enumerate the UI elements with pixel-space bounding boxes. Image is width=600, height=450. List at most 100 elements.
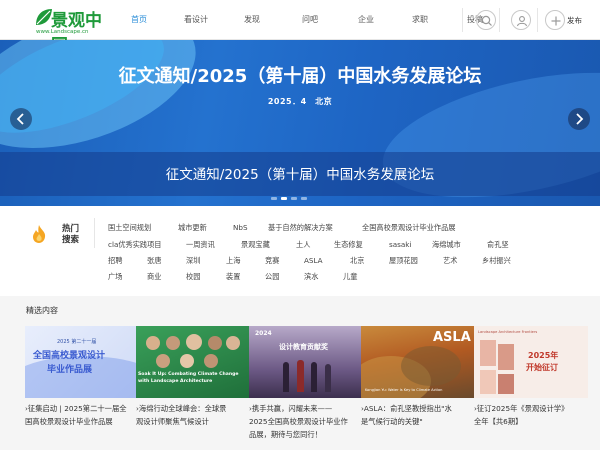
speaker-avatar	[226, 336, 240, 350]
publish-label[interactable]: 发布	[567, 15, 582, 26]
speaker-avatar	[186, 334, 202, 350]
hot-tag[interactable]: sasaki	[389, 240, 411, 249]
card-caption[interactable]: ›征订2025年《景观设计学》 全年【共6期】	[474, 402, 590, 428]
page: 景观中国 www.Landscape.cn 首页 看设计 发现 问吧 企业 求职…	[0, 0, 600, 450]
hot-tag[interactable]: NbS	[233, 223, 248, 232]
nav-item-jobs[interactable]: 求职	[405, 0, 435, 40]
hot-search-label: 热门 搜索	[62, 224, 84, 246]
search-button[interactable]	[476, 10, 496, 30]
banner-dot[interactable]	[291, 197, 297, 200]
card-caption-line: ›征集启动 | 2025第二十一届全	[25, 402, 141, 415]
nav-item-company[interactable]: 企业	[351, 0, 381, 40]
banner-title: 征文通知/2025（第十届）中国水务发展论坛	[118, 66, 482, 87]
card-caption-line: ›征订2025年《景观设计学》	[474, 402, 590, 415]
hot-tag[interactable]: 深圳	[186, 256, 200, 266]
hot-tag[interactable]: 艺术	[443, 256, 457, 266]
card-caption-line: 是气候行动的关键"	[361, 417, 423, 426]
card-image-exhibition-stage[interactable]: 2024 设计教育贡献奖	[249, 326, 363, 398]
card-image-graduation-exhibition[interactable]: 2025 第二十一届 全国高校景观设计 毕业作品展	[25, 326, 139, 398]
hot-tag[interactable]: 广场	[108, 272, 122, 282]
nav-item-discover[interactable]: 发现	[237, 0, 267, 40]
card-caption-line: 国高校景观设计毕业作品展	[25, 417, 113, 426]
hot-tag[interactable]: 滨水	[304, 272, 318, 282]
search-icon	[481, 15, 492, 26]
header-divider	[537, 8, 538, 32]
card-caption-text: 征订2025年《景观设计学》	[476, 404, 569, 413]
logo-url: www.Landscape.cn	[36, 29, 89, 35]
card-caption[interactable]: ›征集启动 | 2025第二十一届全 国高校景观设计毕业作品展	[25, 402, 141, 428]
journal-cover	[480, 370, 496, 394]
hot-search-section	[0, 206, 600, 296]
hot-tag[interactable]: 张唐	[147, 256, 161, 266]
person-figure	[297, 360, 304, 392]
header-divider	[462, 8, 463, 32]
card-caption-line: ›海绵行动全球峰会：全球景	[136, 402, 252, 415]
hot-tag[interactable]: 上海	[226, 256, 240, 266]
journal-cover	[480, 340, 496, 366]
featured-title: 精选内容	[26, 306, 58, 315]
card-caption-text: 海绵行动全球峰会：全球景	[138, 404, 227, 413]
photo-decoration	[401, 346, 461, 386]
hot-tag[interactable]: 儿童	[343, 272, 357, 282]
speaker-avatar	[166, 336, 180, 350]
hot-tag[interactable]: 国土空间规划	[108, 223, 151, 233]
banner-dot-active[interactable]	[281, 197, 287, 200]
poster-text: 2025年	[528, 351, 559, 360]
hot-tag[interactable]: 海绵城市	[432, 240, 461, 250]
hot-tag[interactable]: cla优秀实践项目	[108, 240, 161, 250]
hot-tag[interactable]: 城市更新	[178, 223, 207, 233]
card-caption-line: 品展，期待与您同行！	[249, 430, 322, 439]
card-image-climate-summit[interactable]: Soak It Up: Combating Climate Change wit…	[136, 326, 250, 398]
card-caption[interactable]: ›海绵行动全球峰会：全球景 观设计师聚焦气候设计	[136, 402, 252, 428]
banner-dot[interactable]	[301, 197, 307, 200]
hot-tag[interactable]: 乡村振兴	[482, 256, 511, 266]
card-caption[interactable]: ›携手共赢，闪耀未来—— 2025全国高校景观设计毕业作 品展，期待与您同行！	[249, 402, 365, 441]
publish-button[interactable]	[545, 10, 565, 30]
nav-item-ask[interactable]: 问吧	[295, 0, 325, 40]
hot-tag[interactable]: 屋顶花园	[389, 256, 418, 266]
poster-text: 毕业作品展	[47, 365, 93, 375]
hot-tag[interactable]: 俞孔坚	[487, 240, 509, 250]
hot-tag[interactable]: 北京	[350, 256, 364, 266]
hot-tag[interactable]: ASLA	[304, 256, 323, 265]
header: 景观中国 www.Landscape.cn 首页 看设计 发现 问吧 企业 求职…	[0, 0, 600, 56]
card-caption[interactable]: ›ASLA：俞孔坚教授指出"水 是气候行动的关键"	[361, 402, 477, 428]
hot-tag[interactable]: 公园	[265, 272, 279, 282]
chevron-left-icon	[16, 113, 24, 125]
chevron-right-icon	[576, 113, 584, 125]
hot-tag[interactable]: 装置	[226, 272, 240, 282]
hot-tag[interactable]: 生态修复	[334, 240, 363, 250]
poster-text: 2024	[255, 330, 272, 337]
banner-next-button[interactable]	[568, 108, 590, 130]
user-button[interactable]	[511, 10, 531, 30]
hot-tag[interactable]: 招聘	[108, 256, 122, 266]
hot-tag[interactable]: 全国高校景观设计毕业作品展	[362, 223, 455, 233]
plus-icon	[551, 16, 561, 26]
banner-dot[interactable]	[271, 197, 277, 200]
hot-tag[interactable]: 校园	[186, 272, 200, 282]
poster-text: 2025 第二十一届	[57, 339, 97, 345]
hot-tag[interactable]: 土人	[296, 240, 310, 250]
card-image-asla[interactable]: ASLA Kongjian Yu: Water Is Key to Climat…	[361, 326, 475, 398]
poster-text: Landscape Architecture Frontiers	[478, 330, 538, 334]
speaker-avatar	[204, 354, 218, 368]
card-caption-text: ASLA：俞孔坚教授指出"水	[363, 404, 452, 413]
nav-item-design[interactable]: 看设计	[163, 0, 229, 40]
journal-cover	[498, 344, 514, 370]
hot-tag[interactable]: 一周资讯	[186, 240, 215, 250]
hot-search-label-line1: 热门	[62, 224, 80, 234]
card-caption-line: ›ASLA：俞孔坚教授指出"水	[361, 402, 477, 415]
banner-prev-button[interactable]	[10, 108, 32, 130]
banner-caption[interactable]: 征文通知/2025（第十届）中国水务发展论坛	[0, 163, 600, 183]
journal-cover	[498, 374, 514, 394]
hot-tag[interactable]: 基于自然的解决方案	[268, 223, 333, 233]
site-logo[interactable]: 景观中国 www.Landscape.cn	[34, 4, 114, 56]
hot-tag[interactable]: 景观宝藏	[241, 240, 270, 250]
hot-tag[interactable]: 商业	[147, 272, 161, 282]
header-divider	[499, 8, 500, 32]
hot-tag[interactable]: 竞赛	[265, 256, 279, 266]
person-figure	[325, 364, 331, 392]
nav-item-home[interactable]: 首页	[122, 0, 156, 40]
speaker-avatar	[180, 354, 194, 368]
card-image-journal-subscription[interactable]: Landscape Architecture Frontiers 2025年 开…	[474, 326, 588, 398]
